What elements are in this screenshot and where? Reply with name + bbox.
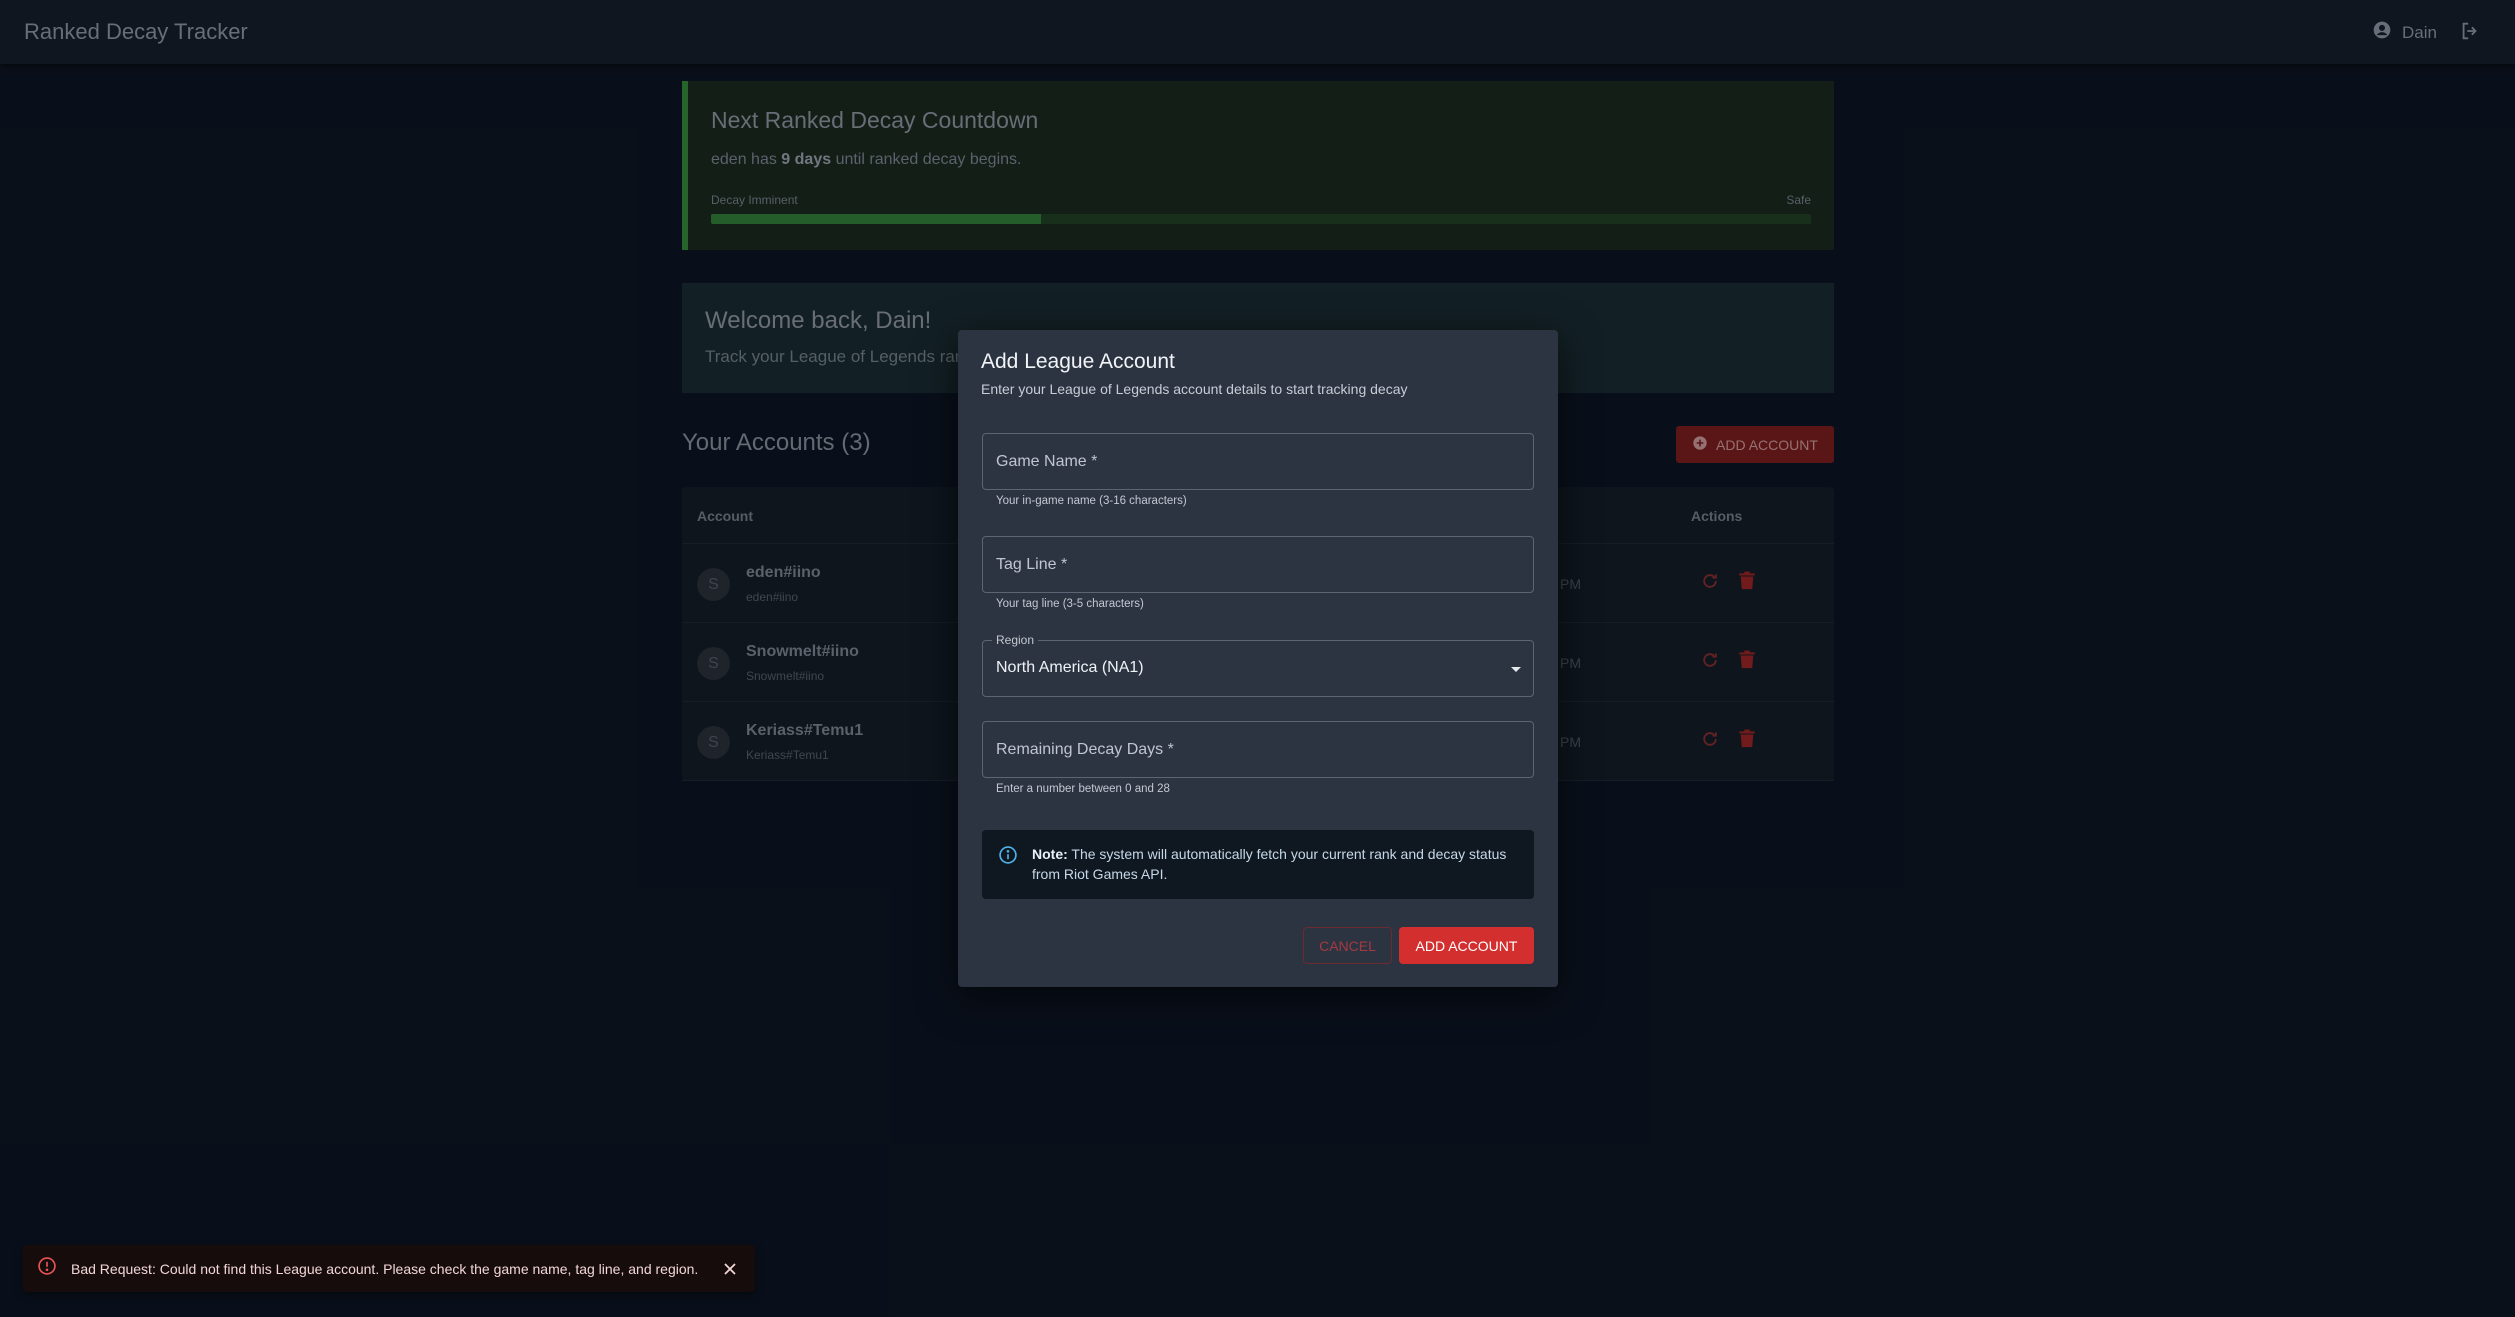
cancel-button[interactable]: CANCEL xyxy=(1303,927,1392,964)
dialog-subtitle: Enter your League of Legends account det… xyxy=(981,381,1408,397)
decay-days-field xyxy=(982,721,1534,778)
tag-line-helper: Your tag line (3-5 characters) xyxy=(996,598,1144,610)
close-icon[interactable] xyxy=(719,1258,741,1280)
error-message: Bad Request: Could not find this League … xyxy=(71,1260,699,1277)
region-label: Region xyxy=(992,633,1039,647)
region-value: North America (NA1) xyxy=(996,659,1144,676)
region-select[interactable]: Region North America (NA1) xyxy=(982,633,1534,697)
error-snackbar: Bad Request: Could not find this League … xyxy=(23,1245,755,1292)
info-icon xyxy=(998,845,1018,870)
decay-days-helper: Enter a number between 0 and 28 xyxy=(996,783,1170,795)
error-icon xyxy=(37,1256,57,1281)
game-name-input[interactable] xyxy=(983,434,1533,489)
tag-line-field xyxy=(982,536,1534,593)
decay-days-input[interactable] xyxy=(983,722,1533,777)
game-name-field xyxy=(982,433,1534,490)
game-name-helper: Your in-game name (3-16 characters) xyxy=(996,495,1187,507)
submit-add-account-button[interactable]: ADD ACCOUNT xyxy=(1399,927,1534,964)
dropdown-arrow-icon xyxy=(1511,667,1521,672)
info-alert: Note: The system will automatically fetc… xyxy=(982,830,1534,899)
tag-line-input[interactable] xyxy=(983,537,1533,592)
note-text: The system will automatically fetch your… xyxy=(1032,846,1507,882)
dialog-title: Add League Account xyxy=(981,350,1175,373)
note-label: Note: xyxy=(1032,846,1068,862)
add-account-dialog: Add League Account Enter your League of … xyxy=(958,330,1558,987)
